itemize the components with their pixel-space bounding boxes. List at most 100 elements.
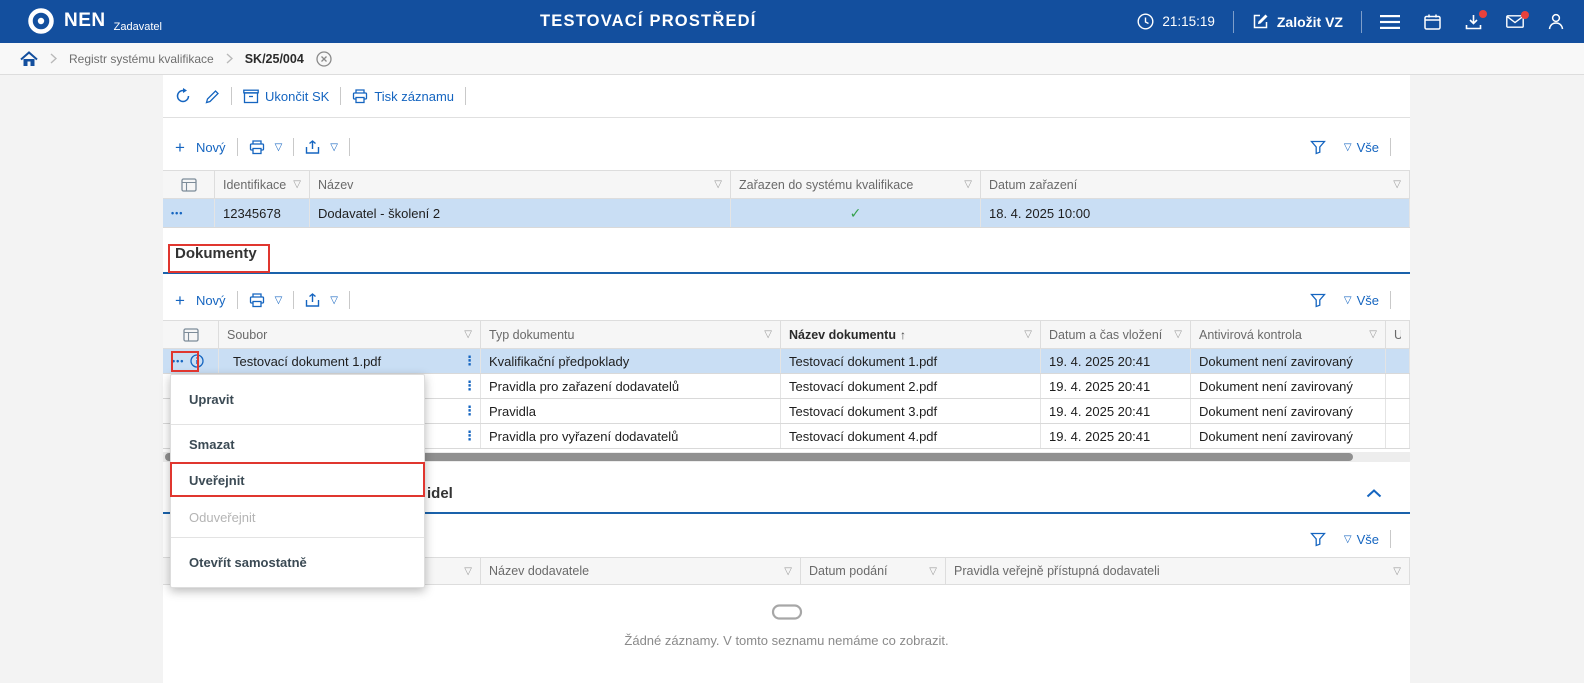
kebab-menu-icon[interactable]: ⋮ — [463, 428, 476, 444]
create-vz-button[interactable]: Založit VZ — [1252, 13, 1343, 30]
print-menu-button[interactable]: ▽ — [249, 293, 283, 308]
column-filter-icon[interactable]: ▽ — [929, 566, 937, 577]
supplier-row[interactable]: ••• 12345678 Dodavatel - školení 2 ✓ 18.… — [163, 199, 1410, 228]
empty-state-icon — [163, 603, 1410, 624]
header-actions: 21:15:19 Založit VZ — [1137, 0, 1584, 43]
column-filter-icon[interactable]: ▽ — [714, 179, 722, 190]
chevron-right-icon — [226, 53, 233, 64]
filter-icon[interactable] — [1310, 140, 1326, 155]
column-header-truncated[interactable]: Uv — [1386, 321, 1410, 348]
chevron-right-icon — [50, 53, 57, 64]
documents-section-title: Dokumenty — [175, 245, 257, 262]
divider — [231, 87, 232, 105]
refresh-icon[interactable] — [175, 88, 191, 104]
export-menu-button[interactable]: ▽ — [305, 140, 338, 155]
print-record-button[interactable]: Tisk záznamu — [352, 89, 454, 104]
column-header-typ-dokumentu[interactable]: Typ dokumentu▽ — [481, 321, 781, 348]
edit-icon[interactable] — [205, 89, 220, 104]
divider — [349, 291, 350, 309]
cell-datum: 19. 4. 2025 20:41 — [1041, 349, 1191, 373]
column-header-pravidla[interactable]: Pravidla veřejně přístupná dodavateli▽ — [946, 558, 1410, 584]
end-sk-button[interactable]: Ukončit SK — [243, 89, 329, 104]
column-filter-icon[interactable]: ▽ — [464, 566, 472, 577]
cell-nazev: Testovací dokument 2.pdf — [781, 374, 1041, 398]
print-record-label: Tisk záznamu — [374, 89, 454, 104]
download-icon[interactable] — [1465, 14, 1482, 30]
divider — [1390, 138, 1391, 156]
calendar-icon[interactable] — [1424, 14, 1441, 30]
new-label: Nový — [196, 293, 226, 308]
breadcrumb-item-registry[interactable]: Registr systému kvalifikace — [69, 52, 214, 66]
column-filter-icon[interactable]: ▽ — [1174, 329, 1182, 340]
mail-icon[interactable] — [1506, 15, 1524, 28]
menu-item-otevrit-samostatne[interactable]: Otevřít samostatně — [171, 538, 424, 587]
print-menu-button[interactable]: ▽ — [249, 140, 283, 155]
documents-toolbar: + Nový ▽ ▽ ▽ — [163, 283, 1410, 317]
collapse-section-icon[interactable] — [1366, 489, 1382, 498]
divider — [340, 87, 341, 105]
home-icon[interactable] — [20, 51, 38, 67]
chevron-down-icon: ▽ — [1344, 142, 1352, 153]
export-menu-button[interactable]: ▽ — [305, 293, 338, 308]
column-filter-icon[interactable]: ▽ — [1393, 179, 1401, 190]
view-all-label: Vše — [1357, 293, 1379, 308]
document-row[interactable]: ••• Testovací dokument 1.pdf ⋮ Kvalifika… — [163, 349, 1410, 374]
filter-icon[interactable] — [1310, 532, 1326, 547]
column-filter-icon[interactable]: ▽ — [964, 179, 972, 190]
archive-box-icon — [243, 89, 259, 104]
column-header-soubor[interactable]: Soubor▽ — [219, 321, 481, 348]
column-filter-icon[interactable]: ▽ — [784, 566, 792, 577]
cell-typ: Kvalifikační předpoklady — [481, 349, 781, 373]
filter-icon[interactable] — [1310, 293, 1326, 308]
row-menu-icon[interactable]: ••• — [172, 356, 184, 366]
nen-logo[interactable]: NEN Zadavatel — [26, 6, 162, 36]
kebab-menu-icon[interactable]: ⋮ — [463, 403, 476, 419]
column-header-identifikace[interactable]: Identifikace▽ — [215, 171, 310, 198]
info-icon[interactable] — [190, 354, 204, 368]
view-all-selector[interactable]: ▽ Vše — [1340, 532, 1379, 547]
view-all-selector[interactable]: ▽ Vše — [1340, 140, 1379, 155]
view-all-selector[interactable]: ▽ Vše — [1340, 293, 1379, 308]
kebab-menu-icon[interactable]: ⋮ — [463, 378, 476, 394]
empty-state-text: Žádné záznamy. V tomto seznamu nemáme co… — [163, 633, 1410, 648]
breadcrumb: Registr systému kvalifikace SK/25/004 — [0, 43, 1584, 75]
menu-icon[interactable] — [1380, 15, 1400, 29]
column-filter-icon[interactable]: ▽ — [764, 329, 772, 340]
menu-item-smazat[interactable]: Smazat — [171, 425, 424, 464]
app-header: NEN Zadavatel TESTOVACÍ PROSTŘEDÍ 21:15:… — [0, 0, 1584, 43]
table-settings-icon[interactable] — [163, 321, 219, 348]
documents-table-header: Soubor▽ Typ dokumentu▽ Název dokumentu↑▽… — [163, 320, 1410, 349]
plus-icon: + — [175, 139, 185, 156]
column-header-nazev-dokumentu[interactable]: Název dokumentu↑▽ — [781, 321, 1041, 348]
column-filter-icon[interactable]: ▽ — [464, 329, 472, 340]
column-filter-icon[interactable]: ▽ — [1393, 566, 1401, 577]
column-header-zarazen[interactable]: Zařazen do systému kvalifikace▽ — [731, 171, 981, 198]
column-header-nazev-dodavatele[interactable]: Název dodavatele▽ — [481, 558, 801, 584]
column-header-datum-podani[interactable]: Datum podání▽ — [801, 558, 946, 584]
column-filter-icon[interactable]: ▽ — [293, 179, 301, 190]
view-all-label: Vše — [1357, 140, 1379, 155]
row-context-menu: Upravit Smazat Uveřejnit Oduveřejnit Ote… — [170, 374, 425, 588]
column-filter-icon[interactable]: ▽ — [1024, 329, 1032, 340]
menu-item-uverejnit[interactable]: Uveřejnit — [171, 464, 424, 497]
user-icon[interactable] — [1548, 13, 1564, 30]
view-all-label: Vše — [1357, 532, 1379, 547]
new-button[interactable]: + Nový — [175, 139, 226, 156]
close-tab-icon[interactable] — [316, 51, 332, 67]
column-header-nazev[interactable]: Název▽ — [310, 171, 731, 198]
cell-nazev: Testovací dokument 1.pdf — [781, 349, 1041, 373]
column-header-antivirova-kontrola[interactable]: Antivirová kontrola▽ — [1191, 321, 1386, 348]
new-document-button[interactable]: + Nový — [175, 292, 226, 309]
cell-typ: Pravidla — [481, 399, 781, 423]
row-menu-icon[interactable]: ••• — [171, 208, 183, 218]
chevron-down-icon: ▽ — [330, 142, 338, 153]
kebab-menu-icon[interactable]: ⋮ — [463, 353, 476, 369]
cell-identifikace: 12345678 — [215, 199, 310, 227]
column-header-datum-zarazeni[interactable]: Datum zařazení▽ — [981, 171, 1410, 198]
chevron-down-icon: ▽ — [330, 295, 338, 306]
column-header-datum-vlozeni[interactable]: Datum a čas vložení▽ — [1041, 321, 1191, 348]
menu-item-upravit[interactable]: Upravit — [171, 375, 424, 424]
column-filter-icon[interactable]: ▽ — [1369, 329, 1377, 340]
divider — [465, 87, 466, 105]
table-settings-icon[interactable] — [163, 171, 215, 198]
